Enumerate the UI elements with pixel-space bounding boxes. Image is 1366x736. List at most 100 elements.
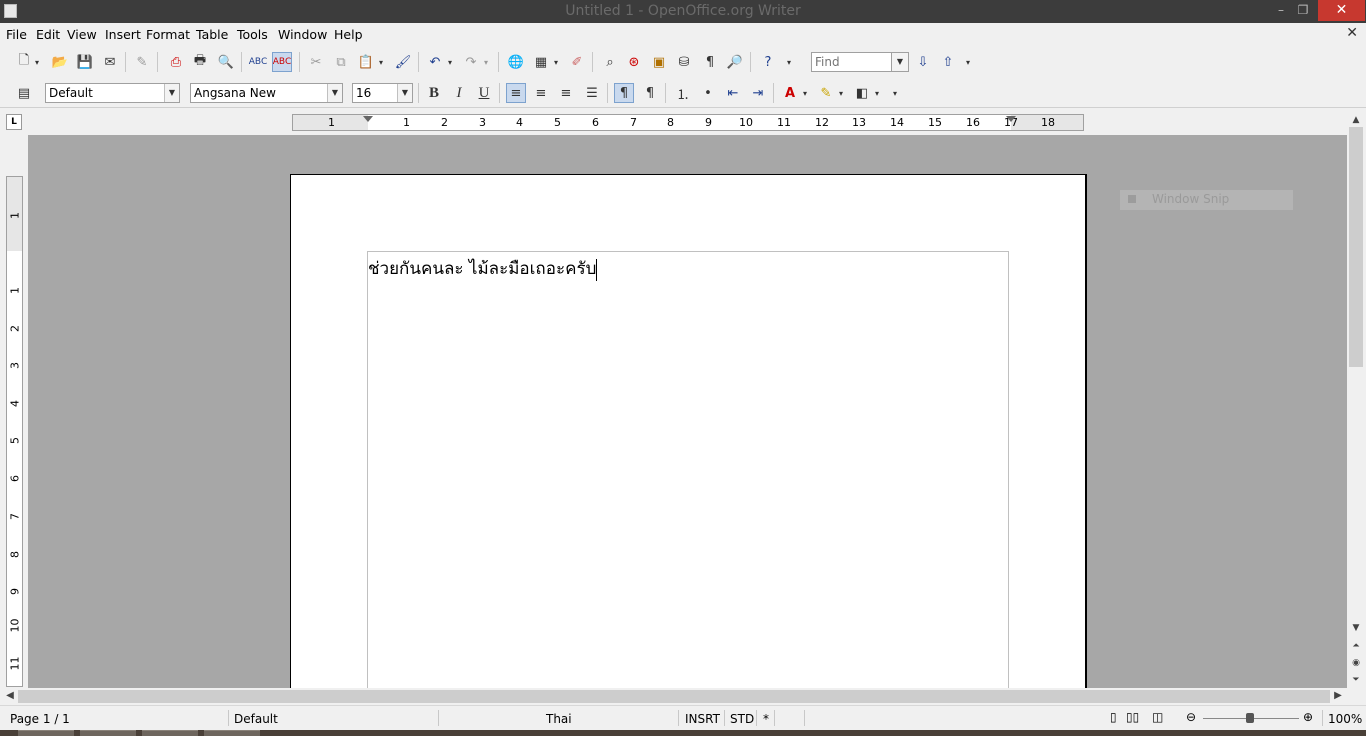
toolbar-options-icon[interactable]: ▾ (784, 52, 794, 72)
menu-view[interactable]: View (67, 27, 97, 42)
page-indicator[interactable]: Page 1 / 1 (10, 712, 70, 726)
taskbar-item[interactable] (142, 730, 198, 736)
styles-formatting-icon[interactable]: ▤ (14, 83, 34, 103)
vertical-scrollbar[interactable]: ▲ ▼ ⏶ ◉ ⏷ (1347, 113, 1366, 688)
bold-button[interactable]: B (424, 83, 444, 103)
find-dropdown[interactable]: ▼ (891, 52, 909, 72)
restore-button[interactable]: ❐ (1290, 0, 1316, 21)
document-paragraph[interactable]: ช่วยกันคนละ ไม้ละมือเถอะครับ (368, 259, 596, 279)
background-color-dropdown-icon[interactable]: ▾ (872, 83, 882, 103)
gallery-icon[interactable]: ▣ (649, 52, 669, 72)
hyperlink-icon[interactable]: 🌐 (506, 52, 526, 72)
menu-format[interactable]: Format (146, 27, 190, 42)
undo-dropdown-icon[interactable]: ▾ (445, 52, 455, 72)
new-dropdown-icon[interactable]: ▾ (32, 52, 42, 72)
scroll-left-icon[interactable]: ◀ (3, 689, 17, 703)
menu-tools[interactable]: Tools (237, 27, 268, 42)
table-dropdown-icon[interactable]: ▾ (551, 52, 561, 72)
vertical-ruler[interactable]: 1 1 2 3 4 5 6 7 8 9 10 11 (6, 176, 23, 687)
align-right-icon[interactable]: ≡ (556, 83, 576, 103)
vertical-scroll-thumb[interactable] (1349, 127, 1363, 367)
zoom-slider-thumb[interactable] (1246, 713, 1254, 723)
formatting-marks-icon[interactable]: ¶ (700, 52, 720, 72)
find-next-icon[interactable]: ⇩ (913, 52, 933, 72)
menu-insert[interactable]: Insert (105, 27, 141, 42)
font-color-icon[interactable]: A (780, 83, 800, 103)
next-page-icon[interactable]: ⏷ (1349, 673, 1363, 687)
multi-page-view-icon[interactable]: ▯▯ (1126, 710, 1139, 724)
previous-page-icon[interactable]: ⏶ (1349, 639, 1363, 653)
menu-file[interactable]: File (6, 27, 27, 42)
save-icon[interactable]: 💾 (75, 52, 95, 72)
menu-help[interactable]: Help (334, 27, 363, 42)
undo-icon[interactable]: ↶ (425, 52, 445, 72)
highlighting-dropdown-icon[interactable]: ▾ (836, 83, 846, 103)
numbering-icon[interactable]: ⒈ (673, 83, 693, 103)
zoom-in-icon[interactable]: ⊕ (1303, 710, 1313, 724)
zoom-out-icon[interactable]: ⊖ (1186, 710, 1196, 724)
scroll-up-icon[interactable]: ▲ (1349, 113, 1363, 127)
data-sources-icon[interactable]: ⛁ (674, 52, 694, 72)
font-size-select[interactable]: 16 ▼ (352, 83, 413, 103)
bullets-icon[interactable]: • (698, 83, 718, 103)
taskbar-item[interactable] (80, 730, 136, 736)
print-preview-icon[interactable]: 🔍 (216, 52, 236, 72)
right-to-left-icon[interactable]: ¶ (640, 83, 660, 103)
zoom-level[interactable]: 100% (1328, 712, 1362, 726)
document-text[interactable]: ช่วยกันคนละ ไม้ละมือเถอะครับ (368, 255, 598, 282)
left-to-right-icon[interactable]: ¶ (614, 83, 634, 103)
font-color-dropdown-icon[interactable]: ▾ (800, 83, 810, 103)
align-center-icon[interactable]: ≡ (531, 83, 551, 103)
formatting-toolbar-options-icon[interactable]: ▾ (890, 83, 900, 103)
paste-dropdown-icon[interactable]: ▾ (376, 52, 386, 72)
export-pdf-icon[interactable]: ⎙ (166, 52, 186, 72)
table-icon[interactable]: ▦ (531, 52, 551, 72)
open-folder-icon[interactable]: 📂 (50, 52, 70, 72)
horizontal-ruler[interactable]: 1 1 2 3 4 5 6 7 8 9 10 11 12 13 14 15 16… (292, 114, 1084, 131)
document-workspace[interactable]: ช่วยกันคนละ ไม้ละมือเถอะครับ Window Snip (28, 135, 1347, 688)
show-draw-functions-icon[interactable]: ✐ (567, 52, 587, 72)
find-previous-icon[interactable]: ⇧ (938, 52, 958, 72)
help-icon[interactable]: ? (758, 52, 778, 72)
new-document-icon[interactable]: 🗋 (14, 52, 34, 72)
navigation-icon[interactable]: ◉ (1349, 656, 1363, 670)
decrease-indent-icon[interactable]: ⇤ (723, 83, 743, 103)
close-document-button[interactable]: ✕ (1346, 25, 1358, 41)
left-indent-marker[interactable] (363, 116, 373, 122)
close-window-button[interactable]: ✕ (1318, 0, 1365, 21)
background-color-icon[interactable]: ◧ (852, 83, 872, 103)
italic-button[interactable]: I (449, 83, 469, 103)
edit-file-icon[interactable]: ✎ (132, 52, 152, 72)
menu-window[interactable]: Window (278, 27, 327, 42)
zoom-icon[interactable]: 🔎 (725, 52, 745, 72)
language-indicator[interactable]: Thai (546, 712, 572, 726)
justify-icon[interactable]: ☰ (582, 83, 602, 103)
taskbar-item[interactable] (204, 730, 260, 736)
increase-indent-icon[interactable]: ⇥ (748, 83, 768, 103)
taskbar-item[interactable] (18, 730, 74, 736)
document-page[interactable]: ช่วยกันคนละ ไม้ละมือเถอะครับ (290, 174, 1087, 688)
highlighting-icon[interactable]: ✎ (816, 83, 836, 103)
menu-table[interactable]: Table (196, 27, 228, 42)
print-icon[interactable]: 🖶 (190, 52, 210, 72)
redo-icon[interactable]: ↷ (461, 52, 481, 72)
menu-edit[interactable]: Edit (36, 27, 60, 42)
paste-icon[interactable]: 📋 (356, 52, 376, 72)
book-view-icon[interactable]: ◫ (1152, 710, 1163, 724)
paragraph-style-select[interactable]: Default ▼ (45, 83, 180, 103)
horizontal-scroll-thumb[interactable] (18, 690, 1330, 703)
single-page-view-icon[interactable]: ▯ (1110, 710, 1117, 724)
underline-button[interactable]: U (474, 83, 494, 103)
autospellcheck-icon[interactable]: ABC (272, 52, 292, 72)
cut-icon[interactable]: ✂ (306, 52, 326, 72)
find-replace-icon[interactable]: ⌕ (600, 52, 620, 72)
redo-dropdown-icon[interactable]: ▾ (481, 52, 491, 72)
horizontal-scrollbar[interactable]: ◀ ▶ (0, 688, 1347, 705)
tab-stop-selector[interactable]: L (6, 114, 22, 130)
selection-mode-indicator[interactable]: STD (730, 712, 754, 726)
navigator-icon[interactable]: ⊛ (624, 52, 644, 72)
insert-mode-indicator[interactable]: INSRT (685, 712, 720, 726)
scroll-right-icon[interactable]: ▶ (1331, 689, 1345, 703)
email-icon[interactable]: ✉ (100, 52, 120, 72)
font-name-select[interactable]: Angsana New ▼ (190, 83, 343, 103)
